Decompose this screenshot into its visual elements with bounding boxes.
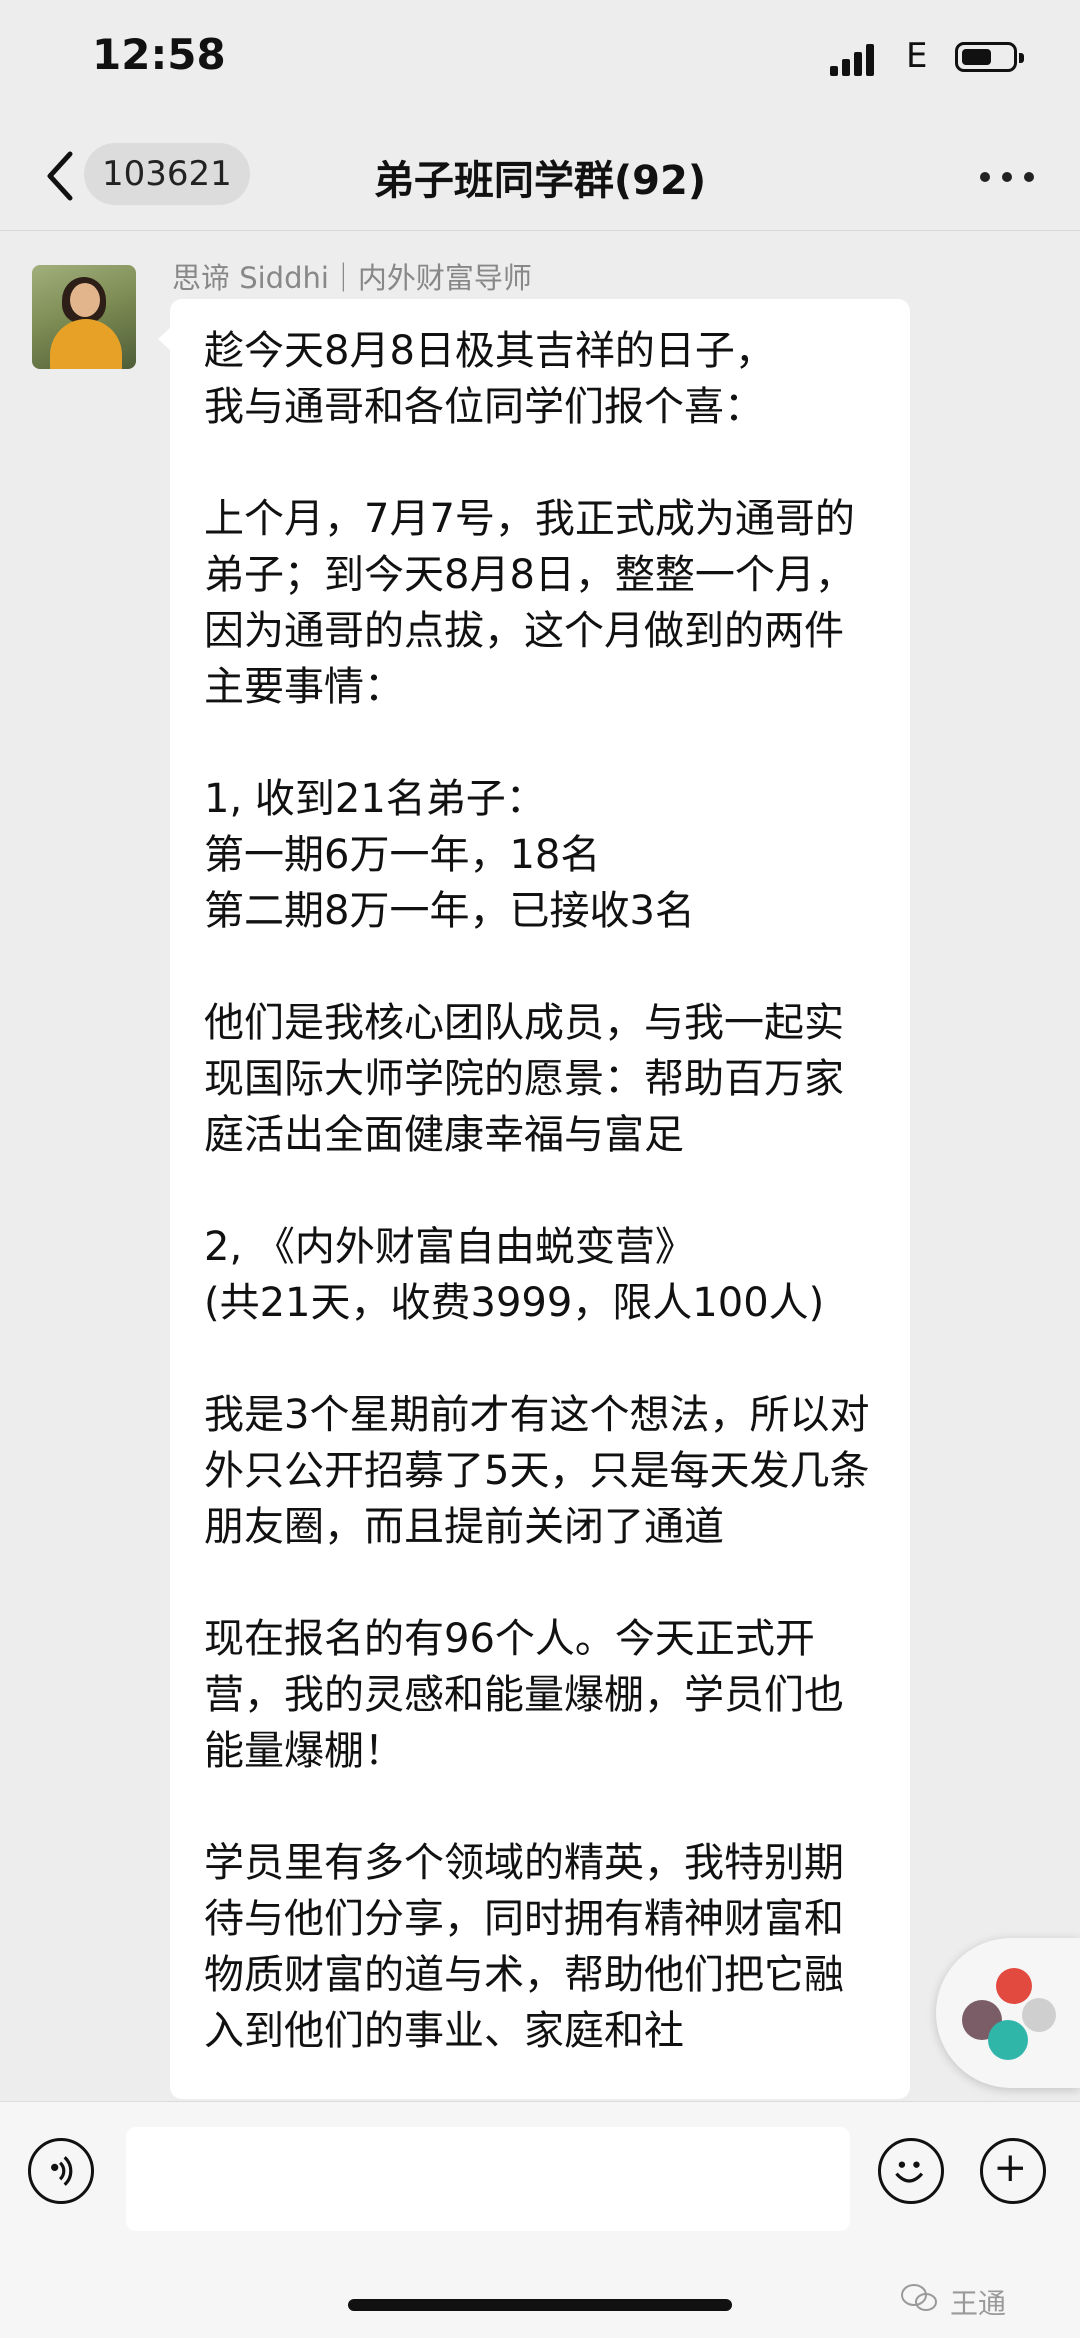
floating-window-icon[interactable] — [936, 1938, 1080, 2088]
emoji-icon[interactable] — [878, 2138, 944, 2204]
plus-icon[interactable] — [980, 2138, 1046, 2204]
status-time: 12:58 — [92, 30, 226, 79]
sender-name: 思谛 Siddhi｜内外财富导师 — [172, 261, 532, 295]
more-icon[interactable] — [980, 170, 1036, 184]
carrier-label: E — [906, 36, 928, 76]
nav-bar: 103621 弟子班同学群(92) — [0, 120, 1080, 231]
message-input[interactable] — [126, 2127, 850, 2231]
chat-title: 弟子班同学群(92) — [373, 158, 707, 204]
status-bar: 12:58 E — [0, 0, 1080, 120]
message-list[interactable]: 思谛 Siddhi｜内外财富导师 趁今天8月8日极其吉祥的日子， 我与通哥和各位… — [0, 231, 1080, 2101]
wechat-icon — [901, 2284, 937, 2311]
home-indicator[interactable] — [348, 2299, 732, 2311]
avatar[interactable] — [32, 265, 136, 369]
message-bubble[interactable]: 趁今天8月8日极其吉祥的日子， 我与通哥和各位同学们报个喜： 上个月，7月7号，… — [158, 299, 910, 2099]
battery-icon — [955, 42, 1024, 72]
watermark-label: 王通 — [950, 2287, 1007, 2320]
voice-icon[interactable] — [28, 2138, 94, 2204]
signal-icon — [830, 40, 880, 76]
